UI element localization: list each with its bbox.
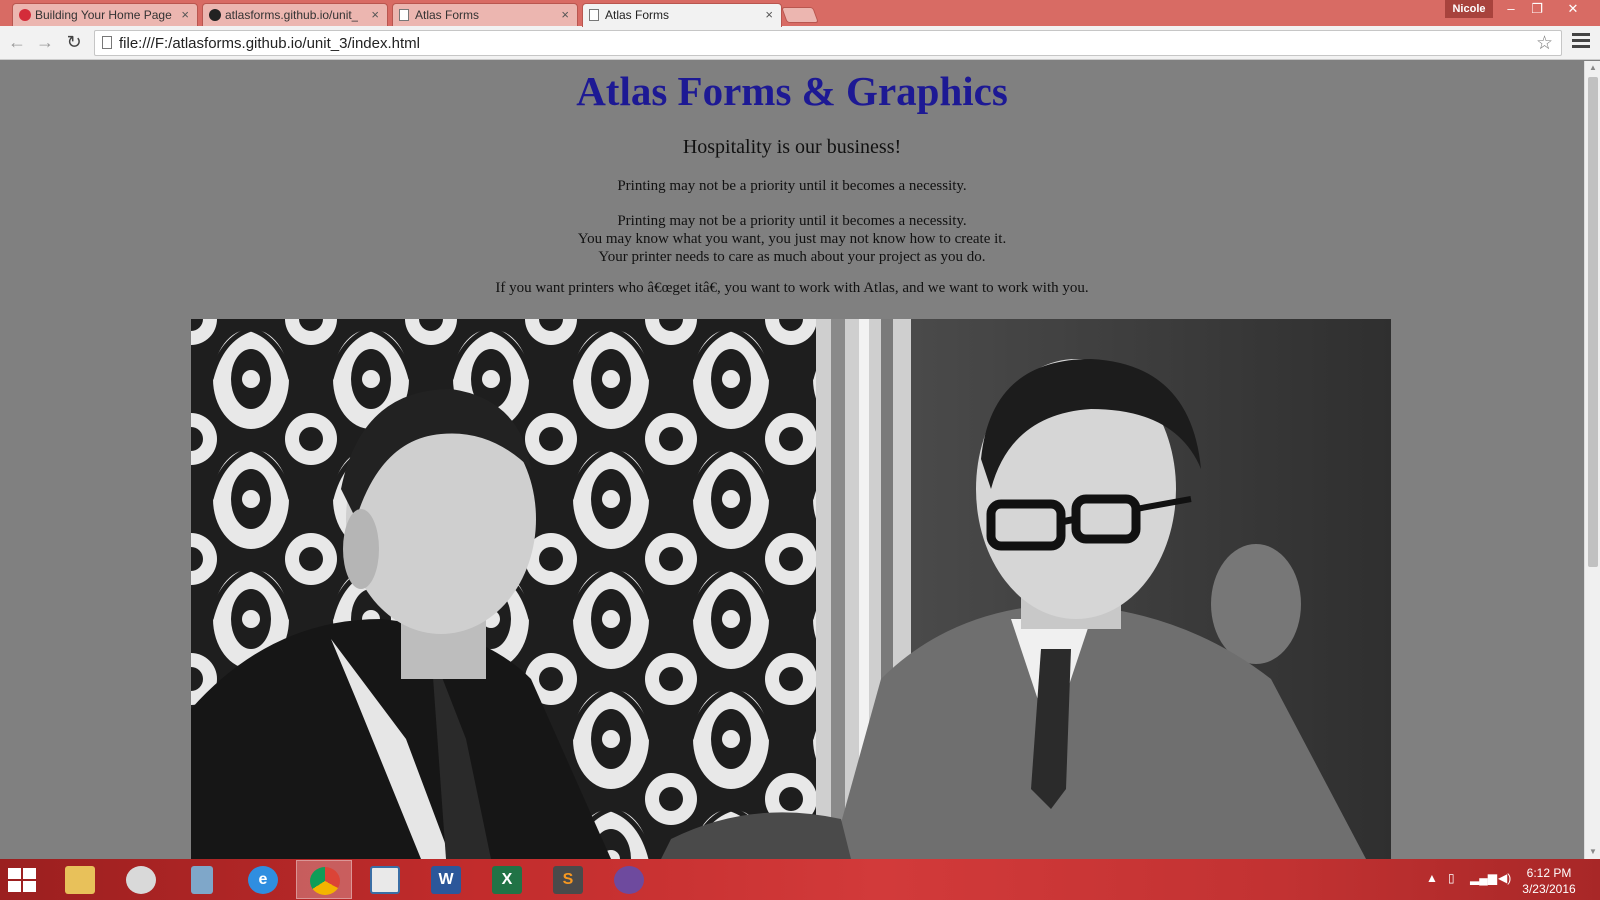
page-icon bbox=[399, 9, 409, 21]
black-and-white-photo bbox=[191, 319, 1391, 859]
excel-icon: X bbox=[492, 866, 522, 894]
tab-github[interactable]: atlasforms.github.io/unit_ × bbox=[202, 3, 388, 26]
network-signal-icon[interactable]: ▂▄▆ bbox=[1470, 871, 1497, 900]
sublime-text-icon: S bbox=[553, 866, 583, 894]
paragraph-line: Printing may not be a priority until it … bbox=[617, 213, 967, 229]
tab-strip: Building Your Home Page × atlasforms.git… bbox=[0, 0, 1600, 27]
close-icon[interactable]: × bbox=[561, 7, 569, 22]
bookmark-star-icon[interactable]: ☆ bbox=[1536, 32, 1553, 55]
github-desktop-icon bbox=[614, 866, 644, 894]
internet-explorer-icon: e bbox=[248, 866, 278, 894]
app-icon bbox=[19, 9, 31, 21]
folder-icon bbox=[65, 866, 95, 894]
notepad-icon bbox=[370, 866, 400, 894]
chrome-icon bbox=[310, 867, 340, 895]
calculator-icon bbox=[191, 866, 213, 894]
address-bar[interactable]: ☆ bbox=[94, 30, 1562, 56]
forward-button[interactable]: → bbox=[34, 32, 56, 54]
tab-atlas-forms[interactable]: Atlas Forms × bbox=[392, 3, 578, 26]
chrome-menu-button[interactable] bbox=[1572, 33, 1590, 53]
page-icon bbox=[589, 9, 599, 21]
windows-logo-icon bbox=[23, 868, 36, 879]
tagline: Hospitality is our business! bbox=[682, 136, 902, 158]
tab-title: Building Your Home Page bbox=[35, 8, 172, 22]
scroll-up-arrow-icon[interactable]: ▲ bbox=[1585, 61, 1600, 75]
minimize-button[interactable]: – bbox=[1498, 0, 1524, 20]
scroll-thumb[interactable] bbox=[1588, 77, 1598, 567]
url-input[interactable] bbox=[119, 33, 1499, 53]
taskbar-github-desktop[interactable] bbox=[601, 860, 657, 899]
browser-toolbar: ← → ↻ ☆ bbox=[0, 26, 1600, 60]
paragraph-line: You may know what you want, you just may… bbox=[577, 231, 1007, 247]
taskbar-internet-explorer[interactable]: e bbox=[235, 860, 291, 899]
printing-paragraph: Printing may not be a priority until it … bbox=[0, 212, 1584, 266]
taskbar-excel[interactable]: X bbox=[479, 860, 535, 899]
close-window-button[interactable]: ✕ bbox=[1560, 0, 1586, 20]
tab-building-home-page[interactable]: Building Your Home Page × bbox=[12, 3, 198, 26]
page-icon bbox=[102, 36, 112, 49]
show-hidden-icons-icon[interactable]: ▲ bbox=[1426, 871, 1438, 900]
restore-button[interactable]: ❐ bbox=[1524, 0, 1550, 20]
taskbar-word[interactable]: W bbox=[418, 860, 474, 899]
profile-button[interactable]: Nicole bbox=[1445, 0, 1493, 18]
taskbar-calculator[interactable] bbox=[174, 860, 230, 899]
tab-atlas-forms-active[interactable]: Atlas Forms × bbox=[582, 3, 782, 27]
page-title: Atlas Forms & Graphics bbox=[576, 68, 1008, 114]
close-icon[interactable]: × bbox=[765, 7, 773, 22]
windows-logo-icon bbox=[8, 881, 21, 892]
intro-paragraph: Printing may not be a priority until it … bbox=[617, 178, 967, 194]
close-icon[interactable]: × bbox=[371, 7, 379, 22]
new-tab-button[interactable] bbox=[781, 7, 819, 23]
taskbar-file-explorer[interactable] bbox=[52, 860, 108, 899]
word-icon: W bbox=[431, 866, 461, 894]
tab-title: Atlas Forms bbox=[605, 8, 670, 22]
taskbar-sublime-text[interactable]: S bbox=[540, 860, 596, 899]
paragraph-line: Your printer needs to care as much about… bbox=[598, 249, 986, 265]
reload-button[interactable]: ↻ bbox=[63, 32, 85, 54]
page-viewport: Atlas Forms & Graphics Hospitality is ou… bbox=[0, 61, 1584, 859]
github-icon bbox=[209, 9, 221, 21]
windows-logo-icon bbox=[23, 881, 36, 892]
tab-title: atlasforms.github.io/unit_ bbox=[225, 8, 359, 22]
taskbar-paint[interactable] bbox=[113, 860, 169, 899]
photo-illustration bbox=[191, 319, 1391, 859]
tab-title: Atlas Forms bbox=[415, 8, 480, 22]
clock-date: 3/23/2016 bbox=[1522, 882, 1576, 896]
back-button[interactable]: ← bbox=[6, 32, 28, 54]
clock-time: 6:12 PM bbox=[1526, 866, 1572, 880]
device-icon[interactable]: ▯ bbox=[1448, 871, 1455, 900]
taskbar-chrome[interactable] bbox=[296, 860, 352, 899]
windows-taskbar: e W X S ▲ ▯ ▂▄▆ ◀) 6:12 PM 3/23/2016 bbox=[0, 859, 1600, 900]
work-with-atlas-paragraph: If you want printers who â€œget itâ€, yo… bbox=[495, 280, 1089, 296]
taskbar-notepad[interactable] bbox=[357, 860, 413, 899]
taskbar-clock[interactable]: 6:12 PM 3/23/2016 bbox=[1505, 865, 1593, 897]
close-icon[interactable]: × bbox=[181, 7, 189, 22]
windows-logo-icon bbox=[8, 868, 21, 879]
paint-palette-icon bbox=[126, 866, 156, 894]
page-scrollbar[interactable]: ▲ ▼ bbox=[1584, 61, 1600, 859]
scroll-down-arrow-icon[interactable]: ▼ bbox=[1585, 845, 1600, 859]
start-button[interactable] bbox=[8, 868, 38, 892]
